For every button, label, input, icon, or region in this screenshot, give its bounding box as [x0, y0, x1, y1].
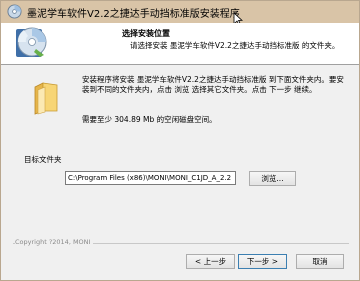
copyright-text: Copyright ?2014, MONI: [15, 238, 94, 246]
page-title: 选择安装位置: [122, 29, 170, 38]
destination-folder-label: 目标文件夹: [24, 155, 62, 164]
window-title: 墨泥学车软件V2.2之捷达手动挡标准版安装程序: [27, 9, 240, 20]
install-info-text: 安装程序将安装 墨泥学车软件V2.2之捷达手动挡标准版 到下面文件夹内。要安装到…: [82, 75, 344, 94]
disk-space-text: 需要至少 304.89 Mb 的空闲磁盘空间。: [82, 115, 217, 124]
installer-window: 墨泥学车软件V2.2之捷达手动挡标准版安装程序 选择安装位置 请选择安装 墨泥学…: [0, 0, 360, 281]
cd-disc-icon: [16, 27, 47, 57]
back-button[interactable]: < 上一步: [186, 254, 235, 269]
wizard-header: 选择安装位置 请选择安装 墨泥学车软件V2.2之捷达手动挡标准版 的文件夹。: [1, 23, 359, 65]
browse-button[interactable]: 浏览...: [249, 171, 296, 186]
installer-cd-icon: [7, 4, 22, 19]
title-bar[interactable]: 墨泥学车软件V2.2之捷达手动挡标准版安装程序: [1, 1, 359, 23]
folder-icon: [34, 82, 58, 115]
next-button[interactable]: 下一步 >: [238, 254, 287, 269]
cancel-button[interactable]: 取消: [296, 254, 344, 269]
destination-path-input[interactable]: [65, 171, 236, 185]
page-description: 请选择安装 墨泥学车软件V2.2之捷达手动挡标准版 的文件夹。: [130, 41, 340, 50]
